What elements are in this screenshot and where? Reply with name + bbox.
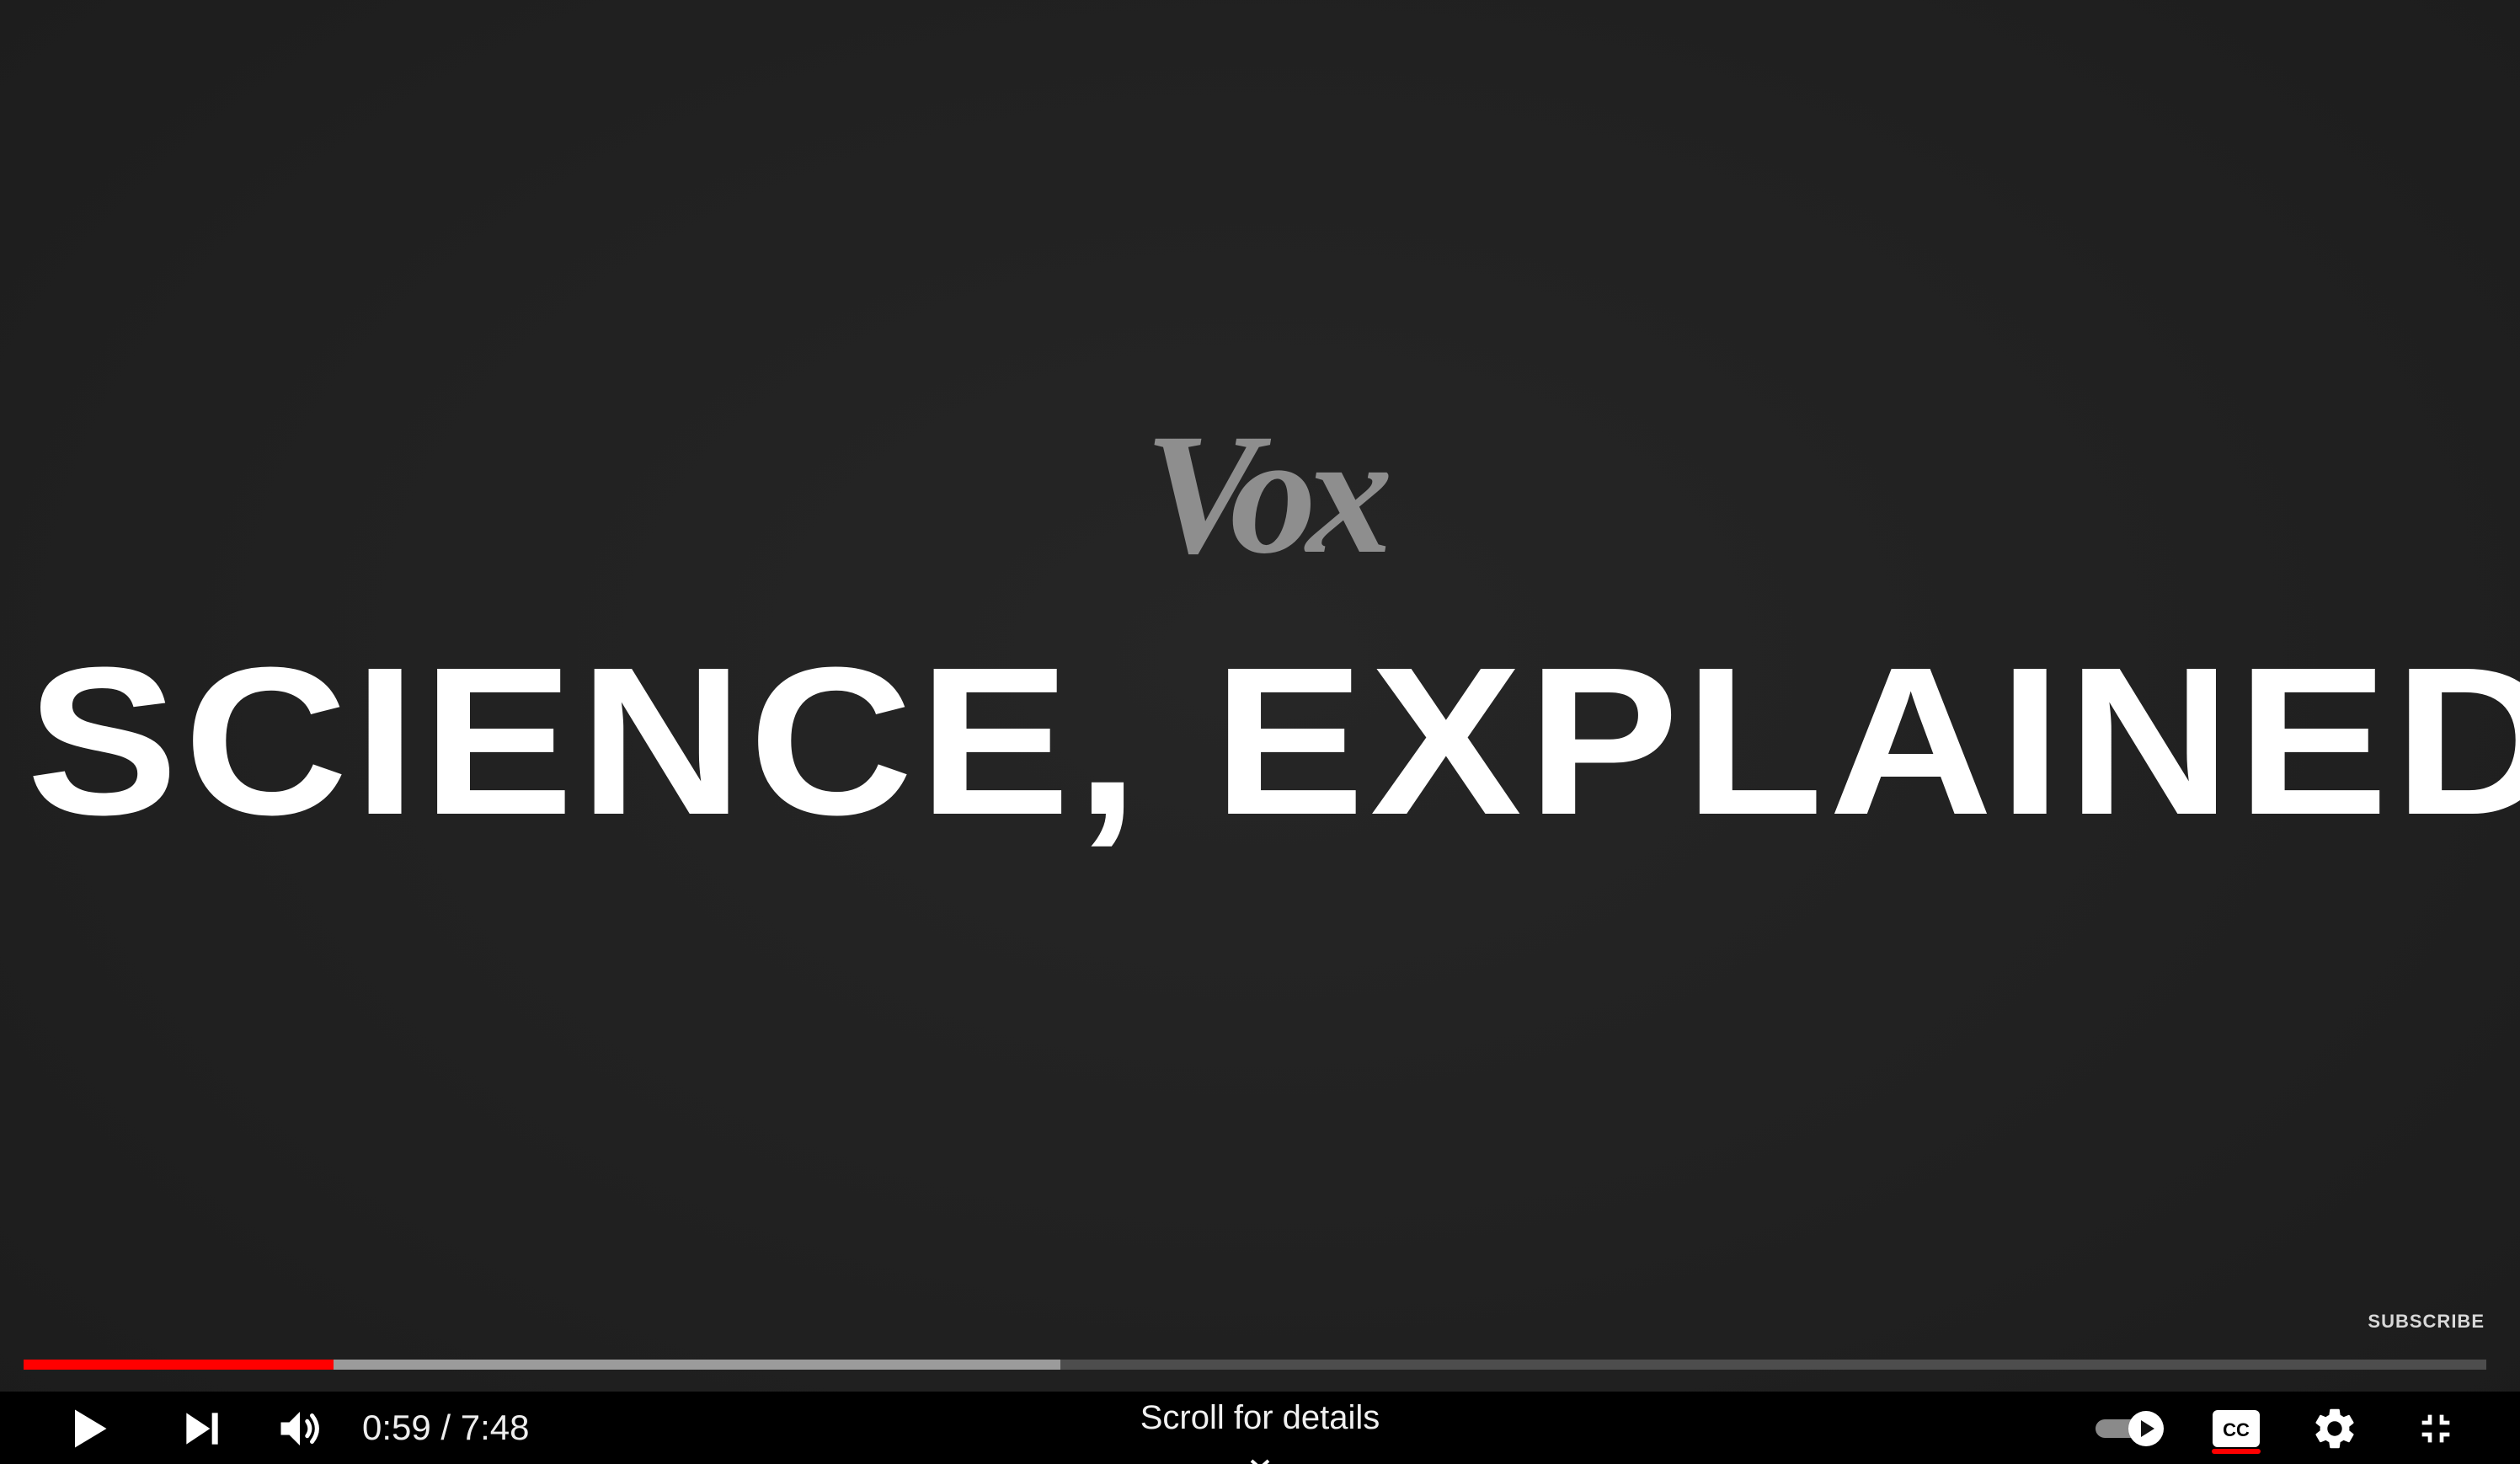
time-display: 0:59 / 7:48 [362, 1408, 530, 1447]
vox-logo: Vox [1144, 398, 1392, 590]
next-button[interactable] [172, 1398, 232, 1459]
settings-button[interactable] [2304, 1398, 2365, 1459]
control-bar: 0:59 / 7:48 Scroll for details CC [0, 1392, 2520, 1464]
captions-active-indicator [2212, 1449, 2261, 1454]
chevron-down-icon [1092, 1444, 1428, 1464]
gear-icon [2315, 1408, 2354, 1449]
autoplay-toggle-icon [2096, 1411, 2164, 1446]
next-icon [186, 1413, 218, 1445]
svg-text:CC: CC [2223, 1419, 2250, 1440]
video-player[interactable]: Vox SCIENCE, EXPLAINED SUBSCRIBE 0:59 / [0, 0, 2520, 1464]
exit-fullscreen-button[interactable] [2405, 1398, 2466, 1459]
subscribe-watermark[interactable]: SUBSCRIBE [2368, 1311, 2485, 1333]
exit-fullscreen-icon [2421, 1414, 2450, 1443]
volume-button[interactable] [270, 1398, 330, 1459]
play-button[interactable] [57, 1398, 118, 1459]
scroll-for-details[interactable]: Scroll for details [1092, 1392, 1428, 1464]
play-icon [75, 1409, 107, 1448]
autoplay-toggle[interactable] [2090, 1398, 2171, 1459]
scroll-label: Scroll for details [1140, 1399, 1380, 1436]
progress-played [24, 1360, 334, 1370]
cc-icon: CC [2213, 1410, 2260, 1447]
video-headline: SCIENCE, EXPLAINED [26, 623, 2520, 858]
progress-bar[interactable] [24, 1360, 2486, 1370]
volume-icon [280, 1412, 319, 1445]
